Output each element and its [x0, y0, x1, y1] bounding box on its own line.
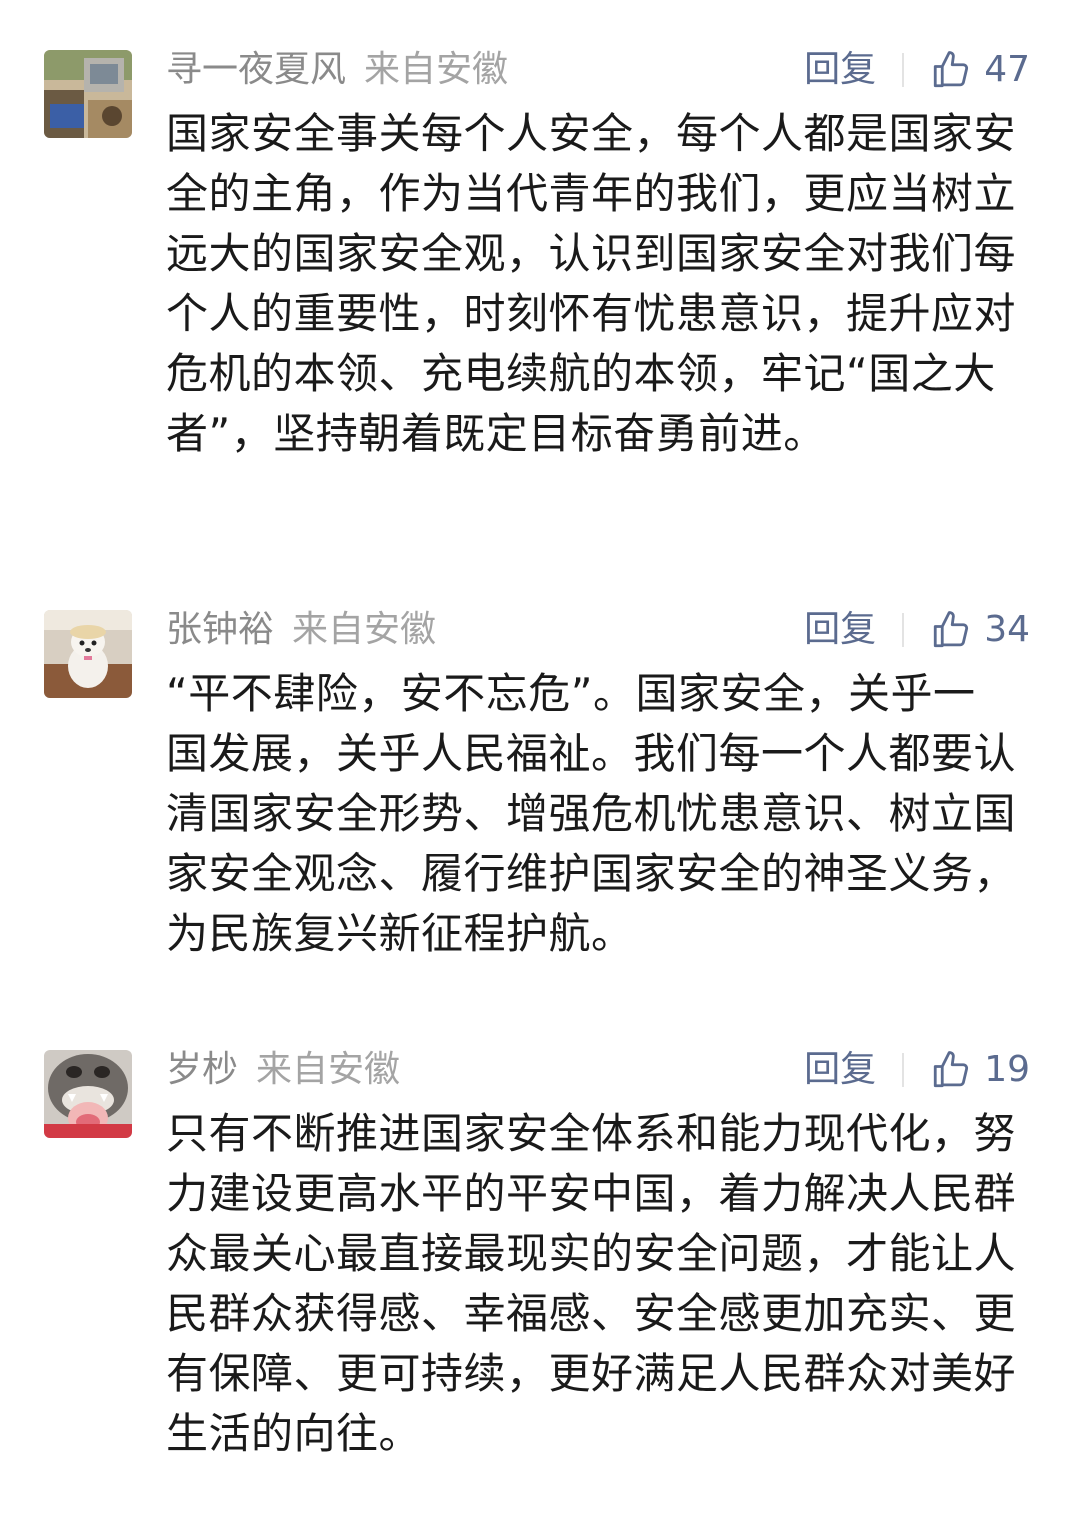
comment-actions: 回复 47: [804, 42, 1030, 98]
reply-button[interactable]: 回复: [804, 1042, 876, 1098]
thumbs-up-icon[interactable]: [930, 609, 972, 651]
dog-avatar-icon: [44, 610, 132, 698]
reply-button[interactable]: 回复: [804, 42, 876, 98]
comment-text: “平不肆险，安不忘危”。国家安全，关乎一国发展，关乎人民福祉。我们每一个人都要认…: [166, 669, 1017, 958]
user-avatar[interactable]: [44, 610, 132, 698]
divider: [902, 53, 905, 87]
user-nickname[interactable]: 寻一夜夏风: [166, 49, 346, 90]
comment-text: 只有不断推进国家安全体系和能力现代化，努力建设更高水平的平安中国，着力解决人民群…: [166, 1109, 1017, 1458]
thumbs-up-icon[interactable]: [930, 49, 972, 91]
comment-actions: 回复 34: [804, 602, 1030, 658]
divider: [902, 613, 905, 647]
user-origin: 来自安徽: [292, 609, 437, 650]
user-origin: 来自安徽: [364, 49, 509, 90]
comment-meta: 岁杪 来自安徽: [166, 1042, 400, 1098]
user-nickname[interactable]: 张钟裕: [166, 609, 274, 650]
user-avatar[interactable]: [44, 50, 132, 138]
like-count: 47: [984, 49, 1030, 90]
comment-actions: 回复 19: [804, 1042, 1030, 1098]
comment-meta: 张钟裕 来自安徽: [166, 602, 436, 658]
user-nickname[interactable]: 岁杪: [166, 1049, 238, 1090]
divider: [902, 1053, 905, 1087]
user-avatar[interactable]: [44, 1050, 132, 1138]
comment-meta: 寻一夜夏风 来自安徽: [166, 42, 508, 98]
user-origin: 来自安徽: [256, 1049, 401, 1090]
like-count: 34: [984, 609, 1030, 650]
like-count: 19: [984, 1049, 1030, 1090]
comment-text: 国家安全事关每个人安全，每个人都是国家安全的主角，作为当代青年的我们，更应当树立…: [166, 109, 1017, 458]
thumbs-up-icon[interactable]: [930, 1049, 972, 1091]
costume-avatar-icon: [44, 1050, 132, 1138]
photo-avatar-icon: [44, 50, 132, 138]
reply-button[interactable]: 回复: [804, 602, 876, 658]
